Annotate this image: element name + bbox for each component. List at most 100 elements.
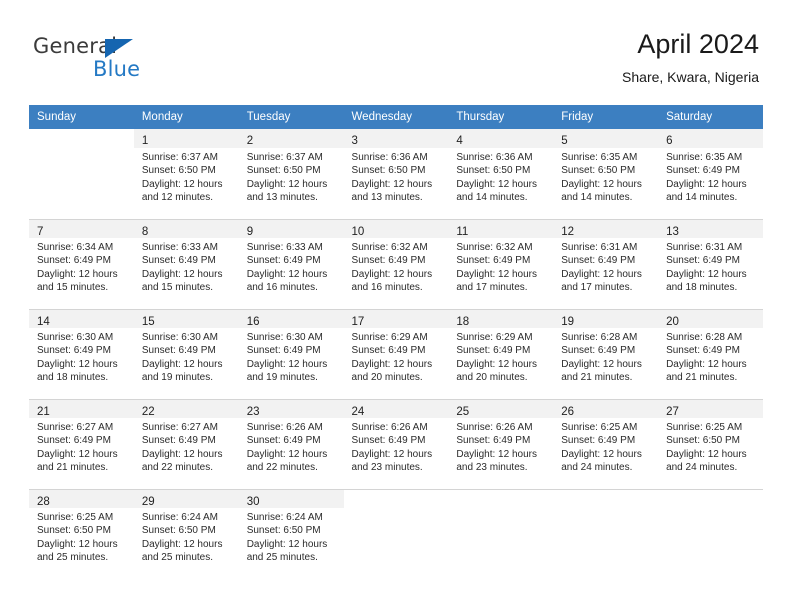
sunset-text: Sunset: 6:50 PM bbox=[246, 165, 321, 177]
calendar-body: 1 Sunrise: 6:37 AM Sunset: 6:50 PM Daylight… bbox=[29, 129, 763, 579]
daylight-text-line2: and 19 minutes. bbox=[246, 372, 318, 384]
daylight-text-line1: Daylight: 12 hours bbox=[141, 178, 223, 190]
calendar-cell-day[interactable]: 30 Sunrise: 6:24 AM Sunset: 6:50 PM Dayligh… bbox=[238, 489, 344, 579]
sunrise-text: Sunrise: 6:29 AM bbox=[456, 332, 533, 343]
day-number: 22 bbox=[141, 406, 155, 418]
sunrise-text: Sunrise: 6:33 AM bbox=[246, 242, 323, 253]
daylight-text-line2: and 20 minutes. bbox=[456, 372, 528, 384]
calendar-cell-day[interactable]: 20 Sunrise: 6:28 AM Sunset: 6:49 PM Dayligh… bbox=[658, 309, 763, 399]
general-blue-logo[interactable]: General Blue bbox=[33, 34, 153, 86]
calendar-cell-day[interactable]: 25 Sunrise: 6:26 AM Sunset: 6:49 PM Dayligh… bbox=[448, 399, 554, 489]
calendar-cell-inner: 17 Sunrise: 6:29 AM Sunset: 6:49 PM Dayligh… bbox=[343, 309, 449, 399]
calendar-cell-day[interactable]: 4 Sunrise: 6:36 AM Sunset: 6:50 PM Daylight… bbox=[448, 129, 554, 219]
calendar-cell-day[interactable]: 9 Sunrise: 6:33 AM Sunset: 6:49 PM Daylight… bbox=[238, 219, 344, 309]
calendar-cell-inner: 11 Sunrise: 6:32 AM Sunset: 6:49 PM Dayligh… bbox=[448, 219, 554, 309]
daylight-text-line2: and 18 minutes. bbox=[37, 372, 109, 384]
day-number-bar: 30 bbox=[238, 489, 344, 508]
sunset-text: Sunset: 6:49 PM bbox=[246, 255, 321, 267]
calendar-cell-day[interactable]: 11 Sunrise: 6:32 AM Sunset: 6:49 PM Dayligh… bbox=[448, 219, 554, 309]
calendar-cell-inner: 16 Sunrise: 6:30 AM Sunset: 6:49 PM Dayligh… bbox=[238, 309, 344, 399]
calendar-cell-inner: 28 Sunrise: 6:25 AM Sunset: 6:50 PM Dayligh… bbox=[29, 489, 134, 579]
day-number-bar: 14 bbox=[29, 309, 134, 328]
day-details: Sunrise: 6:34 AM Sunset: 6:49 PM Daylight:… bbox=[29, 238, 134, 295]
calendar-cell-day[interactable]: 18 Sunrise: 6:29 AM Sunset: 6:49 PM Dayligh… bbox=[448, 309, 554, 399]
calendar-cell-inner: 23 Sunrise: 6:26 AM Sunset: 6:49 PM Dayligh… bbox=[238, 399, 344, 489]
weekday-header-friday: Friday bbox=[553, 105, 659, 129]
daylight-text-line1: Daylight: 12 hours bbox=[351, 178, 433, 190]
calendar-cell-day[interactable]: 5 Sunrise: 6:35 AM Sunset: 6:50 PM Daylight… bbox=[553, 129, 659, 219]
calendar-cell-inner bbox=[553, 489, 659, 579]
sunrise-text: Sunrise: 6:26 AM bbox=[351, 422, 428, 433]
calendar-cell-day[interactable]: 13 Sunrise: 6:31 AM Sunset: 6:49 PM Dayligh… bbox=[658, 219, 763, 309]
calendar-cell-inner: 10 Sunrise: 6:32 AM Sunset: 6:49 PM Dayligh… bbox=[343, 219, 449, 309]
sunrise-text: Sunrise: 6:37 AM bbox=[246, 152, 323, 163]
daylight-text-line2: and 12 minutes. bbox=[141, 192, 214, 204]
calendar-cell-day[interactable]: 19 Sunrise: 6:28 AM Sunset: 6:49 PM Dayligh… bbox=[553, 309, 659, 399]
sunrise-text: Sunrise: 6:30 AM bbox=[141, 332, 218, 343]
calendar-cell-day[interactable]: 1 Sunrise: 6:37 AM Sunset: 6:50 PM Daylight… bbox=[133, 129, 239, 219]
calendar-week-row: 28 Sunrise: 6:25 AM Sunset: 6:50 PM Dayligh… bbox=[29, 489, 763, 579]
day-number-bar: 13 bbox=[658, 219, 763, 238]
day-number-bar: 11 bbox=[448, 219, 554, 238]
calendar-cell-day[interactable]: 10 Sunrise: 6:32 AM Sunset: 6:49 PM Dayligh… bbox=[343, 219, 449, 309]
calendar-cell-day[interactable]: 8 Sunrise: 6:33 AM Sunset: 6:49 PM Daylight… bbox=[133, 219, 239, 309]
daylight-text-line1: Daylight: 12 hours bbox=[456, 178, 537, 190]
sunset-text: Sunset: 6:49 PM bbox=[666, 165, 740, 177]
calendar-cell-inner: 1 Sunrise: 6:37 AM Sunset: 6:50 PM Daylight… bbox=[133, 129, 239, 219]
calendar-cell-inner: 19 Sunrise: 6:28 AM Sunset: 6:49 PM Dayligh… bbox=[553, 309, 659, 399]
calendar-cell-day[interactable]: 15 Sunrise: 6:30 AM Sunset: 6:49 PM Dayligh… bbox=[133, 309, 239, 399]
daylight-text-line1: Daylight: 12 hours bbox=[37, 268, 118, 280]
calendar-cell-day[interactable]: 17 Sunrise: 6:29 AM Sunset: 6:49 PM Dayligh… bbox=[343, 309, 449, 399]
calendar-cell-inner: 6 Sunrise: 6:35 AM Sunset: 6:49 PM Daylight… bbox=[658, 129, 763, 219]
calendar-cell-day[interactable]: 3 Sunrise: 6:36 AM Sunset: 6:50 PM Daylight… bbox=[343, 129, 449, 219]
calendar-cell-inner: 15 Sunrise: 6:30 AM Sunset: 6:49 PM Dayligh… bbox=[133, 309, 239, 399]
calendar-cell-day[interactable]: 2 Sunrise: 6:37 AM Sunset: 6:50 PM Daylight… bbox=[238, 129, 344, 219]
calendar-cell-inner: 5 Sunrise: 6:35 AM Sunset: 6:50 PM Daylight… bbox=[553, 129, 659, 219]
day-number: 7 bbox=[37, 226, 44, 238]
day-details: Sunrise: 6:35 AM Sunset: 6:50 PM Daylight:… bbox=[553, 148, 658, 205]
calendar-cell-day[interactable]: 28 Sunrise: 6:25 AM Sunset: 6:50 PM Dayligh… bbox=[29, 489, 134, 579]
sunrise-text: Sunrise: 6:36 AM bbox=[456, 152, 533, 163]
calendar-cell-day[interactable]: 23 Sunrise: 6:26 AM Sunset: 6:49 PM Dayligh… bbox=[238, 399, 344, 489]
sunrise-text: Sunrise: 6:31 AM bbox=[561, 242, 638, 253]
calendar-cell-day[interactable]: 27 Sunrise: 6:25 AM Sunset: 6:50 PM Dayligh… bbox=[658, 399, 763, 489]
daylight-text-line1: Daylight: 12 hours bbox=[666, 178, 747, 190]
calendar-cell-empty bbox=[29, 129, 134, 219]
weekday-header-sunday: Sunday bbox=[29, 105, 134, 129]
logo-text-blue: Blue bbox=[93, 57, 141, 81]
sunrise-text: Sunrise: 6:30 AM bbox=[246, 332, 323, 343]
sunrise-text: Sunrise: 6:33 AM bbox=[141, 242, 218, 253]
daylight-text-line2: and 14 minutes. bbox=[456, 192, 528, 204]
day-number: 14 bbox=[37, 316, 50, 328]
daylight-text-line1: Daylight: 12 hours bbox=[141, 358, 223, 370]
day-details: Sunrise: 6:25 AM Sunset: 6:49 PM Daylight:… bbox=[553, 418, 658, 475]
calendar-cell-day[interactable]: 24 Sunrise: 6:26 AM Sunset: 6:49 PM Dayligh… bbox=[343, 399, 449, 489]
calendar-cell-day[interactable]: 6 Sunrise: 6:35 AM Sunset: 6:49 PM Daylight… bbox=[658, 129, 763, 219]
day-number: 30 bbox=[246, 496, 260, 508]
calendar-cell-day[interactable]: 7 Sunrise: 6:34 AM Sunset: 6:49 PM Daylight… bbox=[29, 219, 134, 309]
day-number: 10 bbox=[351, 226, 365, 238]
calendar-cell-day[interactable]: 21 Sunrise: 6:27 AM Sunset: 6:49 PM Dayligh… bbox=[29, 399, 134, 489]
day-number: 27 bbox=[666, 406, 679, 418]
calendar-cell-day[interactable]: 16 Sunrise: 6:30 AM Sunset: 6:49 PM Dayligh… bbox=[238, 309, 344, 399]
calendar-table: Sunday Monday Tuesday Wednesday Thursday… bbox=[29, 105, 763, 579]
daylight-text-line2: and 22 minutes. bbox=[246, 462, 318, 474]
logo-triangle-icon bbox=[105, 39, 133, 58]
calendar-cell-day[interactable]: 14 Sunrise: 6:30 AM Sunset: 6:49 PM Dayligh… bbox=[29, 309, 134, 399]
daylight-text-line2: and 14 minutes. bbox=[561, 192, 633, 204]
day-details: Sunrise: 6:26 AM Sunset: 6:49 PM Daylight:… bbox=[344, 418, 449, 475]
calendar-week-row: 7 Sunrise: 6:34 AM Sunset: 6:49 PM Daylight… bbox=[29, 219, 763, 309]
calendar-cell-inner: 21 Sunrise: 6:27 AM Sunset: 6:49 PM Dayligh… bbox=[29, 399, 134, 489]
daylight-text-line1: Daylight: 12 hours bbox=[666, 448, 747, 460]
day-details: Sunrise: 6:28 AM Sunset: 6:49 PM Daylight:… bbox=[553, 328, 658, 385]
calendar-cell-day[interactable]: 12 Sunrise: 6:31 AM Sunset: 6:49 PM Dayligh… bbox=[553, 219, 659, 309]
daylight-text-line2: and 15 minutes. bbox=[141, 282, 214, 294]
calendar-cell-day[interactable]: 22 Sunrise: 6:27 AM Sunset: 6:49 PM Dayligh… bbox=[133, 399, 239, 489]
calendar-cell-day[interactable]: 29 Sunrise: 6:24 AM Sunset: 6:50 PM Dayligh… bbox=[133, 489, 239, 579]
day-number-bar: 4 bbox=[448, 129, 554, 148]
calendar-cell-day[interactable]: 26 Sunrise: 6:25 AM Sunset: 6:49 PM Dayligh… bbox=[553, 399, 659, 489]
calendar-cell-inner: 18 Sunrise: 6:29 AM Sunset: 6:49 PM Dayligh… bbox=[448, 309, 554, 399]
title-block: April 2024 Share, Kwara, Nigeria bbox=[622, 28, 759, 85]
daylight-text-line2: and 25 minutes. bbox=[141, 552, 214, 564]
day-number-bar bbox=[553, 489, 659, 508]
